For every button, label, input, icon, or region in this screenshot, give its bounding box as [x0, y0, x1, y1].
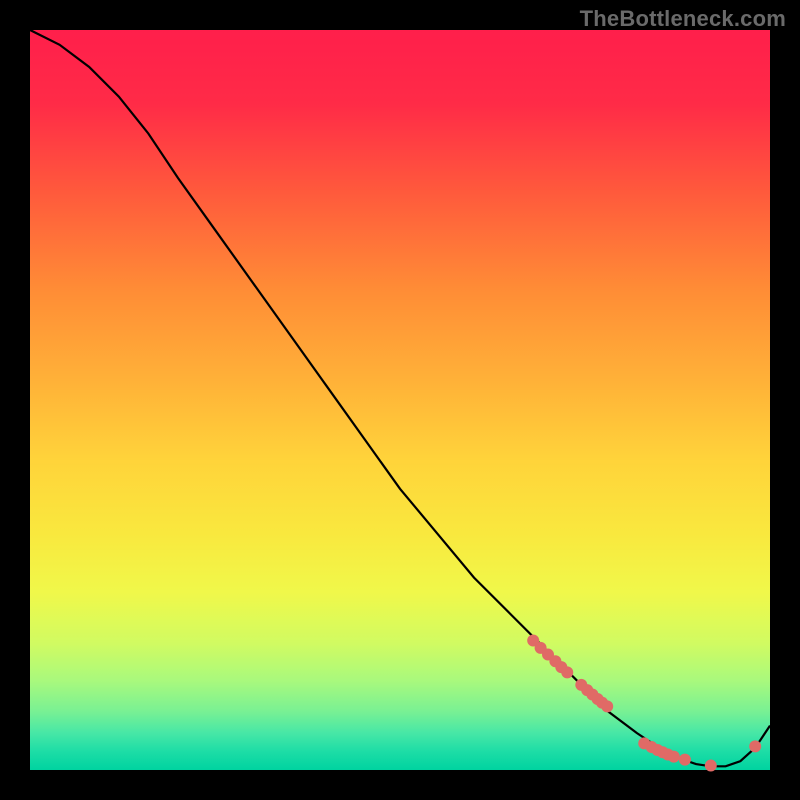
marker-group — [527, 635, 761, 772]
watermark-text: TheBottleneck.com — [580, 6, 786, 32]
highlight-point — [601, 700, 613, 712]
bottleneck-curve — [30, 30, 770, 766]
highlight-point — [679, 754, 691, 766]
plot-area — [30, 30, 770, 770]
highlight-point — [668, 751, 680, 763]
highlight-point — [561, 666, 573, 678]
highlight-point — [749, 740, 761, 752]
curve-layer — [30, 30, 770, 770]
highlight-point — [705, 760, 717, 772]
chart-root: TheBottleneck.com — [0, 0, 800, 800]
